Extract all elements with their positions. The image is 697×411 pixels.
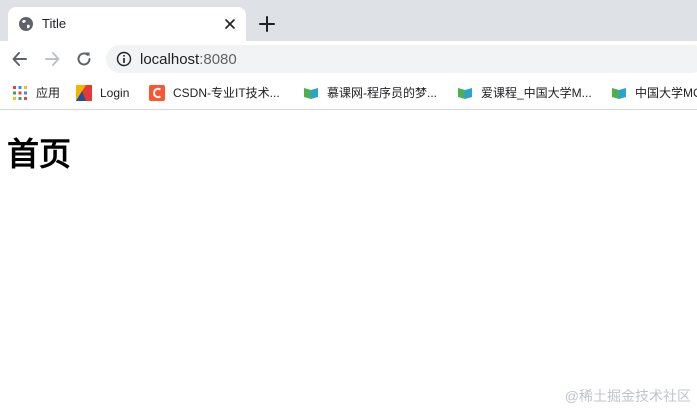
url-host: localhost (140, 51, 200, 68)
apps-grid-icon (13, 86, 27, 100)
page-content: 首页 @稀土掘金技术社区 (0, 110, 697, 411)
tab-title: Title (42, 16, 67, 31)
url-port: :8080 (199, 51, 237, 68)
bookmark-label: 慕课网-程序员的梦... (327, 86, 437, 100)
browser-toolbar: localhost:8080 (0, 41, 697, 77)
browser-window: Title localhost:8080 应用 Login CSDN-专业IT技… (0, 0, 697, 411)
bookmark-label: CSDN-专业IT技术... (173, 86, 280, 100)
globe-icon (19, 17, 33, 31)
bookmark-label: 应用 (36, 86, 61, 100)
forward-arrow-icon[interactable] (43, 50, 61, 68)
new-tab-plus-icon[interactable] (257, 14, 277, 34)
page-heading: 首页 (7, 135, 72, 173)
bookmark-label: 中国大学MOOC (635, 86, 697, 100)
tab-strip: Title (0, 0, 697, 41)
book-favicon-icon (458, 88, 472, 99)
login-favicon-icon (76, 85, 92, 101)
book-favicon-icon (304, 88, 318, 99)
reload-icon[interactable] (75, 50, 93, 68)
bookmark-label: Login (100, 86, 130, 100)
browser-tab[interactable]: Title (8, 7, 246, 41)
bookmark-label: 爱课程_中国大学M... (481, 86, 592, 100)
book-favicon-icon (612, 88, 626, 99)
address-bar[interactable]: localhost:8080 (106, 45, 697, 73)
info-icon[interactable] (116, 51, 132, 67)
csdn-favicon-icon (149, 85, 165, 101)
url-text: localhost:8080 (140, 51, 237, 68)
watermark-text: @稀土掘金技术社区 (564, 388, 691, 404)
back-arrow-icon[interactable] (11, 50, 29, 68)
close-icon[interactable] (222, 16, 238, 32)
bookmarks-bar: 应用 Login CSDN-专业IT技术... 慕课网-程序员的梦... 爱课程… (0, 77, 697, 110)
